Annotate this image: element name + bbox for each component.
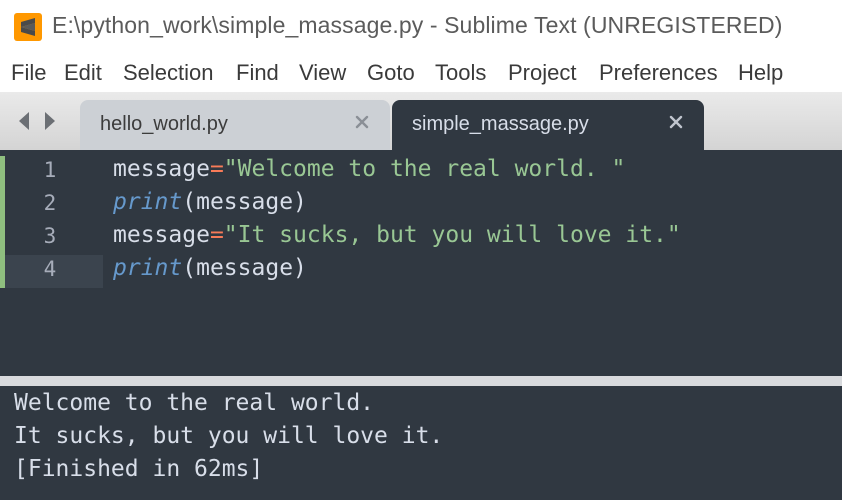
line-number: 3 (43, 224, 57, 248)
code-token: message (113, 156, 210, 182)
menu-view[interactable]: View (299, 60, 346, 86)
menu-tools[interactable]: Tools (435, 60, 486, 86)
output-line: [Finished in 62ms] (14, 456, 264, 482)
title-bar: E:\python_work\simple_massage.py - Subli… (0, 0, 842, 54)
panel-splitter[interactable] (0, 376, 842, 386)
line-number: 4 (43, 257, 57, 281)
code-editor[interactable]: 1 2 3 4 message="Welcome to the real wor… (0, 150, 842, 376)
menu-help[interactable]: Help (738, 60, 783, 86)
close-icon[interactable] (668, 114, 684, 130)
close-icon[interactable] (354, 114, 370, 130)
sublime-text-icon (14, 13, 42, 41)
menu-file[interactable]: File (11, 60, 46, 86)
line-number: 2 (43, 191, 57, 215)
tab-simple-massage[interactable]: simple_massage.py (392, 100, 704, 150)
menu-find[interactable]: Find (236, 60, 279, 86)
tab-label: hello_world.py (100, 113, 228, 135)
code-token: message (113, 222, 210, 248)
menu-selection[interactable]: Selection (123, 60, 214, 86)
code-token: message (196, 255, 294, 281)
code-token: ) (293, 255, 307, 281)
code-line[interactable]: message="It sucks, but you will love it.… (113, 222, 681, 248)
tab-hello-world[interactable]: hello_world.py (80, 100, 390, 150)
code-token: message (196, 189, 294, 215)
window-title: E:\python_work\simple_massage.py - Subli… (52, 12, 783, 38)
code-token: "Welcome to the real world. " (223, 156, 626, 182)
code-token: ( (182, 189, 197, 215)
menu-goto[interactable]: Goto (367, 60, 415, 86)
arrow-left-icon[interactable] (16, 110, 32, 132)
arrow-right-icon[interactable] (42, 110, 58, 132)
code-token: "It sucks, but you will love it." (223, 222, 681, 248)
menu-edit[interactable]: Edit (64, 60, 102, 86)
menu-bar: File Edit Selection Find View Goto Tools… (0, 54, 842, 92)
code-token: ) (293, 189, 307, 215)
code-line[interactable]: message="Welcome to the real world. " (113, 156, 625, 182)
output-line: Welcome to the real world. (14, 390, 375, 416)
code-line[interactable]: print(message) (113, 189, 307, 215)
line-number: 1 (43, 158, 57, 182)
code-token: print (113, 255, 183, 281)
line-number-gutter: 1 2 3 4 (0, 150, 100, 376)
menu-preferences[interactable]: Preferences (599, 60, 718, 86)
code-token: = (209, 156, 224, 182)
tab-label: simple_massage.py (412, 113, 589, 135)
code-token: print (113, 189, 183, 215)
code-token: = (209, 222, 224, 248)
code-line[interactable]: print(message) (113, 255, 307, 281)
menu-project[interactable]: Project (508, 60, 576, 86)
output-line: It sucks, but you will love it. (14, 423, 444, 449)
code-token: ( (182, 255, 197, 281)
build-output-panel[interactable]: Welcome to the real world. It sucks, but… (0, 386, 842, 500)
tab-bar: hello_world.py simple_massage.py (0, 92, 842, 150)
